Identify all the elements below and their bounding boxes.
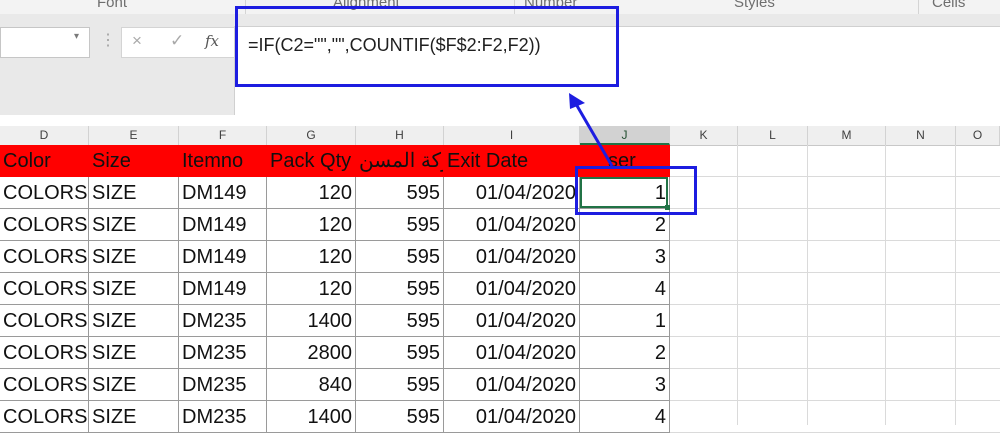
arrow-annotation [569, 93, 614, 167]
